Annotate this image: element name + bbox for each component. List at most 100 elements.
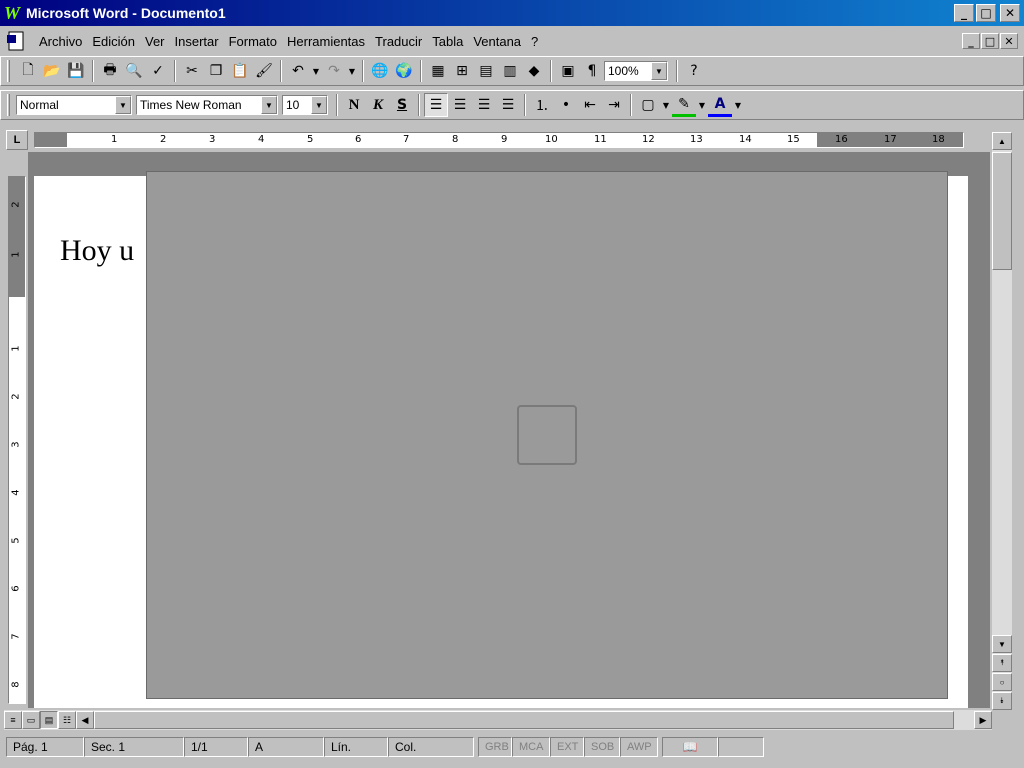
menu-help[interactable]: ? — [526, 34, 543, 49]
menu-ventana[interactable]: Ventana — [468, 34, 526, 49]
spelling-icon[interactable]: ✓ — [146, 59, 170, 83]
status-flag-sob[interactable]: SOB — [584, 737, 620, 757]
align-right-icon[interactable]: ☰ — [472, 93, 496, 117]
doc-restore-button[interactable]: □ — [981, 33, 999, 49]
save-disk-icon[interactable]: 💾 — [64, 59, 88, 83]
close-button[interactable]: ✕ — [1000, 4, 1020, 22]
document-map-icon[interactable]: ▣ — [556, 59, 580, 83]
print-preview-icon[interactable]: 🔍 — [122, 59, 146, 83]
chevron-down-icon[interactable]: ▼ — [651, 62, 667, 80]
tables-borders-icon[interactable]: ▦ — [426, 59, 450, 83]
horizontal-scroll-track[interactable] — [94, 711, 974, 729]
previous-page-icon[interactable]: ⯭ — [992, 654, 1012, 672]
chevron-down-icon[interactable]: ▼ — [261, 96, 277, 114]
show-formatting-icon[interactable]: ¶ — [580, 59, 604, 83]
numbering-icon[interactable]: ⒈ — [530, 93, 554, 117]
toolbar-grip[interactable] — [7, 60, 10, 82]
menu-formato[interactable]: Formato — [224, 34, 282, 49]
columns-icon[interactable]: ▥ — [498, 59, 522, 83]
zoom-select[interactable]: 100% ▼ — [604, 61, 668, 81]
align-center-icon[interactable]: ☰ — [448, 93, 472, 117]
print-icon[interactable]: 🖶 — [98, 59, 122, 83]
font-color-icon[interactable]: A — [708, 93, 732, 117]
borders-icon[interactable]: ▢ — [636, 93, 660, 117]
vertical-scrollbar[interactable]: ▲ ▼ ⯭ ○ ⯯ — [992, 132, 1012, 710]
toolbar-separator — [336, 94, 338, 116]
menu-insertar[interactable]: Insertar — [170, 34, 224, 49]
new-document-icon[interactable]: 🗋 — [16, 59, 40, 83]
font-color-dropdown-icon[interactable]: ▼ — [732, 93, 744, 117]
vertical-scroll-thumb[interactable] — [992, 152, 1012, 270]
drawing-icon[interactable]: ◆ — [522, 59, 546, 83]
web-toolbar-icon[interactable]: 🌍 — [392, 59, 416, 83]
embedded-image-placeholder[interactable] — [146, 171, 948, 699]
status-flag-label: EXT — [557, 741, 579, 753]
doc-close-button[interactable]: ✕ — [1000, 33, 1018, 49]
scroll-down-icon[interactable]: ▼ — [992, 635, 1012, 653]
paste-icon[interactable]: 📋 — [228, 59, 252, 83]
scroll-right-icon[interactable]: ▶ — [974, 711, 992, 729]
next-page-icon[interactable]: ⯯ — [992, 692, 1012, 710]
underline-button[interactable]: S — [390, 93, 414, 117]
chevron-down-icon[interactable]: ▼ — [311, 96, 327, 114]
insert-spreadsheet-icon[interactable]: ▤ — [474, 59, 498, 83]
menu-edicion[interactable]: Edición — [87, 34, 140, 49]
tab-selector-button[interactable]: L — [6, 130, 28, 150]
undo-icon[interactable]: ↶ — [286, 59, 310, 83]
font-size-select[interactable]: 10 ▼ — [282, 95, 328, 115]
menu-traducir[interactable]: Traducir — [370, 34, 427, 49]
format-painter-icon[interactable]: 🖌 — [252, 59, 276, 83]
font-size-value: 10 — [286, 98, 300, 112]
undo-dropdown-icon[interactable]: ▼ — [310, 59, 322, 83]
borders-dropdown-icon[interactable]: ▼ — [660, 93, 672, 117]
document-icon[interactable] — [6, 31, 28, 51]
minimize-button[interactable]: _ — [954, 4, 974, 22]
toolbar-grip[interactable] — [7, 94, 10, 116]
maximize-button[interactable]: □ — [976, 4, 996, 22]
style-select[interactable]: Normal ▼ — [16, 95, 132, 115]
status-flag-mca[interactable]: MCA — [512, 737, 550, 757]
normal-view-icon[interactable]: ≡ — [4, 711, 22, 729]
redo-icon[interactable]: ↷ — [322, 59, 346, 83]
font-select[interactable]: Times New Roman ▼ — [136, 95, 278, 115]
spelling-status-icon[interactable]: 📖 — [662, 737, 718, 757]
status-flag-ext[interactable]: EXT — [550, 737, 584, 757]
horizontal-scroll-thumb[interactable] — [94, 711, 954, 729]
highlight-icon[interactable]: ✎ — [672, 93, 696, 117]
print-layout-view-icon[interactable]: ▤ — [40, 711, 58, 729]
menu-tabla[interactable]: Tabla — [427, 34, 468, 49]
menu-ver[interactable]: Ver — [140, 34, 170, 49]
document-page[interactable]: Hoy u — [34, 171, 968, 708]
cut-icon[interactable]: ✂ — [180, 59, 204, 83]
bullets-icon[interactable]: • — [554, 93, 578, 117]
help-icon[interactable]: ? — [682, 59, 706, 83]
insert-table-icon[interactable]: ⊞ — [450, 59, 474, 83]
status-flag-grb[interactable]: GRB — [478, 737, 512, 757]
redo-dropdown-icon[interactable]: ▼ — [346, 59, 358, 83]
menu-herramientas[interactable]: Herramientas — [282, 34, 370, 49]
chevron-down-icon[interactable]: ▼ — [115, 96, 131, 114]
italic-button[interactable]: K — [366, 93, 390, 117]
increase-indent-icon[interactable]: ⇥ — [602, 93, 626, 117]
horizontal-ruler[interactable]: 1 2 3 4 5 6 7 8 9 10 11 12 13 14 15 16 1… — [34, 132, 964, 148]
status-flag-awp[interactable]: AWP — [620, 737, 658, 757]
horizontal-scrollbar[interactable]: ≡ ▭ ▤ ☷ ◀ ▶ — [4, 710, 992, 730]
scroll-left-icon[interactable]: ◀ — [76, 711, 94, 729]
document-body-text[interactable]: Hoy u — [60, 234, 134, 268]
doc-minimize-button[interactable]: _ — [962, 33, 980, 49]
outline-view-icon[interactable]: ☷ — [58, 711, 76, 729]
align-left-icon[interactable]: ☰ — [424, 93, 448, 117]
word-app-icon[interactable]: W — [4, 4, 22, 22]
menu-archivo[interactable]: Archivo — [34, 34, 87, 49]
bold-button[interactable]: N — [342, 93, 366, 117]
insert-hyperlink-icon[interactable]: 🌐 — [368, 59, 392, 83]
highlight-dropdown-icon[interactable]: ▼ — [696, 93, 708, 117]
web-layout-view-icon[interactable]: ▭ — [22, 711, 40, 729]
decrease-indent-icon[interactable]: ⇤ — [578, 93, 602, 117]
select-browse-object-icon[interactable]: ○ — [992, 673, 1012, 691]
open-folder-icon[interactable]: 📂 — [40, 59, 64, 83]
copy-icon[interactable]: ❐ — [204, 59, 228, 83]
justify-icon[interactable]: ☰ — [496, 93, 520, 117]
scroll-up-icon[interactable]: ▲ — [992, 132, 1012, 150]
vertical-ruler[interactable]: 2 1 1 2 3 4 5 6 7 8 — [8, 176, 26, 704]
